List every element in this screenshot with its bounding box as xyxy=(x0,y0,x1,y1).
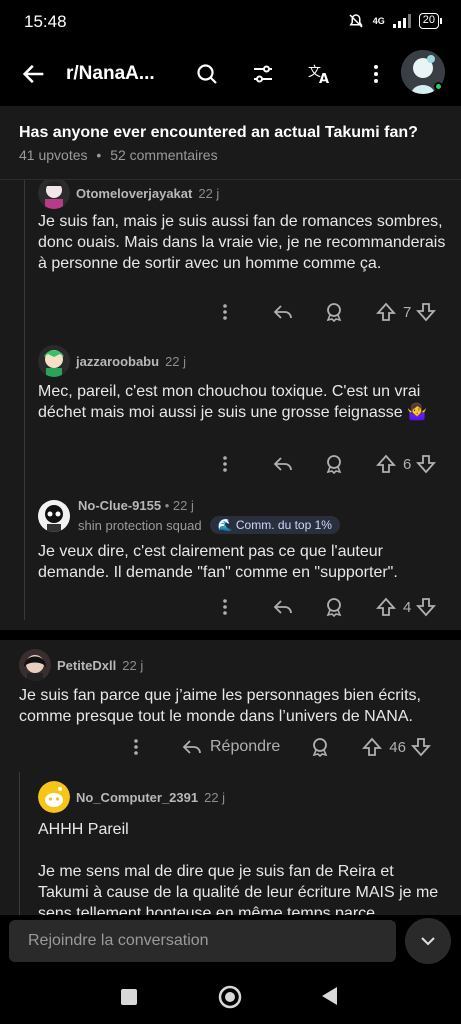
comment-avatar xyxy=(38,180,70,209)
comment-username[interactable]: No_Computer_2391 xyxy=(76,790,198,805)
more-options-icon[interactable] xyxy=(214,596,236,618)
back-arrow-icon[interactable] xyxy=(20,60,48,88)
downvote-icon[interactable] xyxy=(415,453,437,475)
downvote-icon[interactable] xyxy=(415,596,437,618)
reply-bar: Rejoindre la conversation xyxy=(0,915,461,970)
next-comment-button[interactable] xyxy=(405,918,451,964)
vote-count: 4 xyxy=(403,598,412,616)
user-flair: shin protection squad 🌊 Comm. du top 1% xyxy=(78,516,340,534)
online-status-dot xyxy=(434,82,443,91)
post-title: Has anyone ever encountered an actual Ta… xyxy=(19,124,418,141)
comment-age: 22 j xyxy=(198,185,220,201)
comment-age: • 22 j xyxy=(164,498,194,513)
more-options-icon[interactable] xyxy=(214,301,236,323)
award-icon[interactable] xyxy=(323,301,345,323)
comment-actions: 7 xyxy=(214,301,437,323)
battery-indicator: 20 xyxy=(418,13,443,29)
network-label: 4G xyxy=(372,16,385,26)
comment-avatar xyxy=(38,345,70,377)
more-options-icon[interactable] xyxy=(214,453,236,475)
downvote-icon[interactable] xyxy=(410,736,432,758)
comment-username[interactable]: Otomeloverjayakat xyxy=(76,186,192,201)
chevron-down-icon xyxy=(421,937,435,946)
more-options-icon[interactable] xyxy=(125,736,147,758)
join-conversation-input[interactable]: Rejoindre la conversation xyxy=(9,920,396,962)
comment-age: 22 j xyxy=(122,657,144,673)
comment-username[interactable]: PetiteDxll xyxy=(57,658,116,673)
recent-apps-icon[interactable] xyxy=(120,988,138,1006)
comment-no-clue-9155[interactable]: No-Clue-9155 • 22 j shin protection squa… xyxy=(38,498,448,583)
top-commenter-badge: 🌊 Comm. du top 1% xyxy=(209,516,340,534)
vote-count: 6 xyxy=(403,455,412,473)
home-icon[interactable] xyxy=(218,985,242,1009)
vote-count: 46 xyxy=(389,738,406,756)
comments-list: Otomeloverjayakat 22 j Je suis fan, mais… xyxy=(0,180,461,915)
back-nav-icon[interactable] xyxy=(320,986,338,1006)
comment-body: Mec, pareil, c'est mon chouchou toxique.… xyxy=(38,383,427,421)
status-time: 15:48 xyxy=(24,12,67,31)
upvote-icon[interactable] xyxy=(375,596,397,618)
comment-body: Je suis fan parce que j’aime les personn… xyxy=(19,687,421,725)
comment-petitedxll[interactable]: PetiteDxll 22 j Je suis fan parce que j’… xyxy=(19,648,449,727)
subreddit-title[interactable]: r/NanaA... xyxy=(66,63,155,85)
thread-line xyxy=(19,772,20,915)
post-header[interactable]: Has anyone ever encountered an actual Ta… xyxy=(0,106,461,180)
flair-text: shin protection squad xyxy=(78,517,202,533)
status-bar: 15:48 4G 20 xyxy=(0,0,461,46)
upvote-count: 41 upvotes xyxy=(19,147,88,163)
comment-avatar xyxy=(19,649,51,681)
upvote-icon[interactable] xyxy=(361,736,383,758)
post-meta: 41 upvotes • 52 commentaires xyxy=(19,147,218,163)
thread-line xyxy=(24,180,25,620)
award-icon[interactable] xyxy=(323,596,345,618)
reply-icon[interactable] xyxy=(272,301,294,323)
comment-count: 52 commentaires xyxy=(110,147,218,163)
award-icon[interactable] xyxy=(323,453,345,475)
comment-avatar xyxy=(38,500,70,532)
reply-icon[interactable] xyxy=(272,453,294,475)
system-nav-bar xyxy=(0,970,461,1024)
vote-count: 7 xyxy=(403,303,412,321)
reply-icon[interactable] xyxy=(181,736,203,758)
comment-otomeloverjayakat[interactable]: Otomeloverjayakat 22 j Je suis fan, mais… xyxy=(38,180,448,274)
comment-body-line1: AHHH Pareil xyxy=(38,821,129,838)
comment-body: Je suis fan, mais je suis aussi fan de r… xyxy=(38,213,446,272)
comment-age: 22 j xyxy=(204,789,226,805)
comment-avatar xyxy=(38,781,70,813)
comment-no-computer-2391[interactable]: No_Computer_2391 22 j AHHH Pareil Je me … xyxy=(38,780,448,915)
badge-icon: 🌊 xyxy=(217,518,233,532)
badge-label: Comm. du top 1% xyxy=(235,518,332,532)
comment-username[interactable]: jazzaroobabu xyxy=(76,354,159,369)
comment-username[interactable]: No-Clue-9155 xyxy=(78,498,161,513)
comment-jazzaroobabu[interactable]: jazzaroobabu 22 j Mec, pareil, c'est mon… xyxy=(38,344,448,423)
translate-icon[interactable]: 文A xyxy=(306,60,334,88)
more-options-icon[interactable] xyxy=(362,60,390,88)
svg-text:A: A xyxy=(319,72,329,86)
app-bar: r/NanaA... 文A xyxy=(0,46,461,106)
upvote-icon[interactable] xyxy=(375,301,397,323)
comment-body: Je veux dire, c'est clairement pas ce qu… xyxy=(38,543,398,581)
reply-button[interactable]: Répondre xyxy=(210,738,280,756)
award-icon[interactable] xyxy=(309,736,331,758)
comment-body-line2: Je me sens mal de dire que je suis fan d… xyxy=(38,863,439,915)
comment-age: 22 j xyxy=(165,353,187,369)
comment-actions: 4 xyxy=(214,596,437,618)
signal-icon xyxy=(392,14,411,28)
upvote-icon[interactable] xyxy=(375,453,397,475)
comment-actions: 6 xyxy=(214,453,437,475)
meta-dot: • xyxy=(96,147,102,163)
reply-icon[interactable] xyxy=(272,596,294,618)
mute-icon xyxy=(349,14,363,28)
downvote-icon[interactable] xyxy=(415,301,437,323)
comment-actions: Répondre 46 xyxy=(125,736,432,758)
thread-separator xyxy=(0,630,461,640)
sort-filter-icon[interactable] xyxy=(249,60,277,88)
search-icon[interactable] xyxy=(193,60,221,88)
